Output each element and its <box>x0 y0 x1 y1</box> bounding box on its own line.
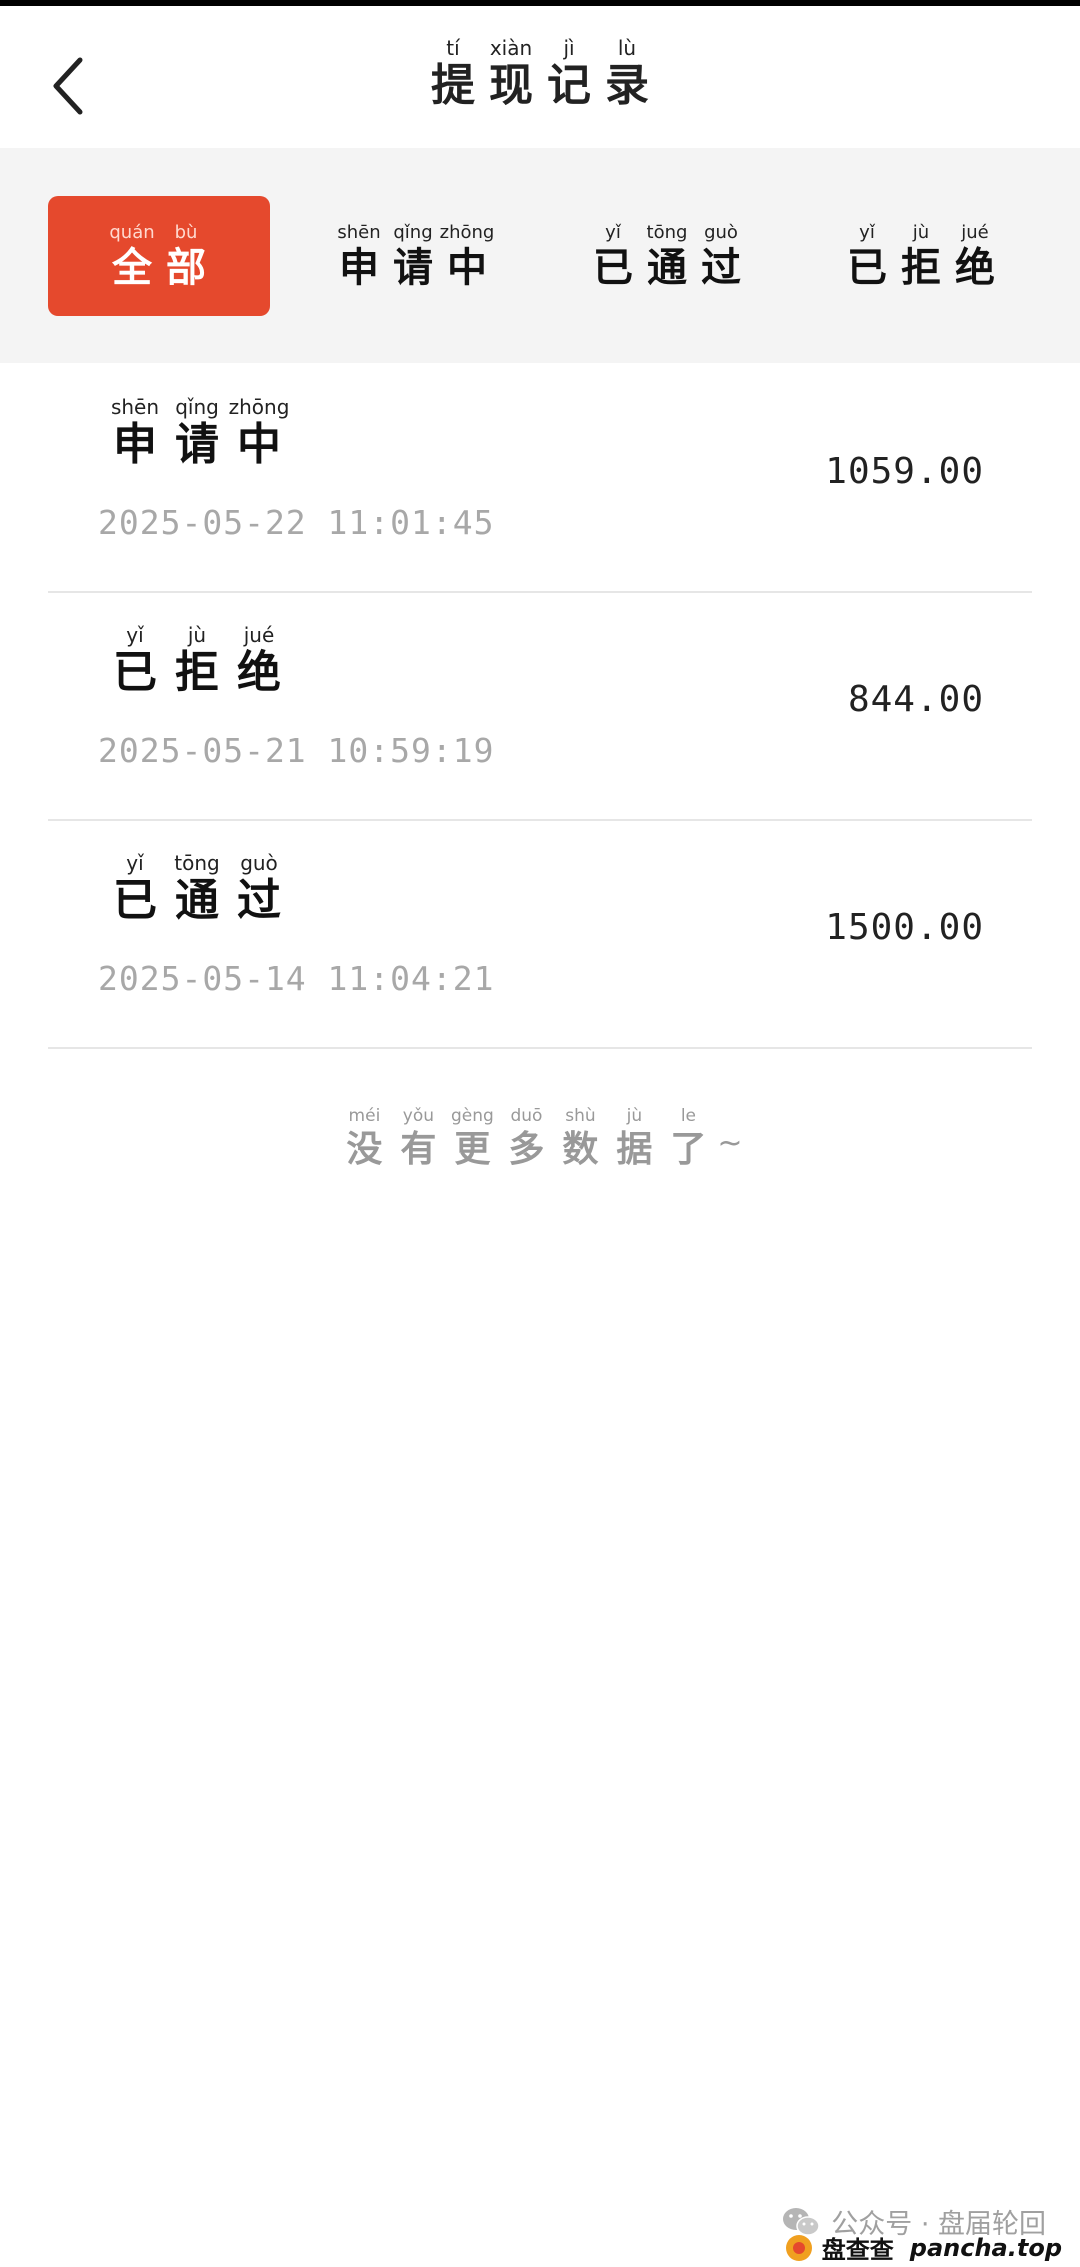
no-more-text: méi 没 yǒu 有 gèng 更 duō 多 shù 数 jù 据 le 了 ~ <box>346 1106 743 1170</box>
record-status: yǐ 已 tōng 通 guò 过 <box>113 851 281 926</box>
page-title: tí 提 xiàn 现 jì 记 lù 录 <box>431 36 649 111</box>
no-more-data-label: méi 没 yǒu 有 gèng 更 duō 多 shù 数 jù 据 le 了 ~ <box>0 1106 1080 1170</box>
status-filter-tabs: quán 全 bù 部 shēn 申 qǐng 请 zhōng 中 yǐ 已 tōng 通 g… <box>0 148 1080 363</box>
tab-label: shēn 申 qǐng 请 zhōng 中 <box>337 222 495 291</box>
tab-label: yǐ 已 tōng 通 guò 过 <box>593 222 741 291</box>
brand-name: 盘查查 <box>821 2236 894 2264</box>
record-amount: 1500.00 <box>825 907 984 948</box>
record-time: 2025-05-22 11:01:45 <box>98 503 495 542</box>
watermark-brand: 盘查查 pancha.top <box>784 2230 1062 2265</box>
tab-rejected[interactable]: yǐ 已 jù 拒 jué 绝 <box>810 196 1032 316</box>
list-item[interactable]: shēn 申 qǐng 请 zhōng 中 2025-05-22 11:01:45 1… <box>48 363 1032 593</box>
app-header: tí 提 xiàn 现 jì 记 lù 录 <box>0 6 1080 148</box>
brand-url: pancha.top <box>909 2233 1062 2262</box>
tab-label: yǐ 已 jù 拒 jué 绝 <box>847 222 995 291</box>
record-time: 2025-05-21 10:59:19 <box>98 731 495 770</box>
record-amount: 1059.00 <box>825 451 984 492</box>
list-item[interactable]: yǐ 已 tōng 通 guò 过 2025-05-14 11:04:21 1500.… <box>48 819 1032 1049</box>
brand-logo-icon <box>785 2234 812 2261</box>
tab-applying[interactable]: shēn 申 qǐng 请 zhōng 中 <box>302 196 524 316</box>
tilde-mark: ~ <box>717 1126 743 1161</box>
record-amount: 844.00 <box>847 679 984 720</box>
record-time: 2025-05-14 11:04:21 <box>98 959 495 998</box>
record-status: shēn 申 qǐng 请 zhōng 中 <box>110 395 290 470</box>
tab-approved[interactable]: yǐ 已 tōng 通 guò 过 <box>556 196 778 316</box>
tab-label: quán 全 bù 部 <box>109 222 206 291</box>
tab-all[interactable]: quán 全 bù 部 <box>48 196 270 316</box>
list-item[interactable]: yǐ 已 jù 拒 jué 绝 2025-05-21 10:59:19 844.00 <box>48 591 1032 821</box>
record-status: yǐ 已 jù 拒 jué 绝 <box>113 623 281 698</box>
